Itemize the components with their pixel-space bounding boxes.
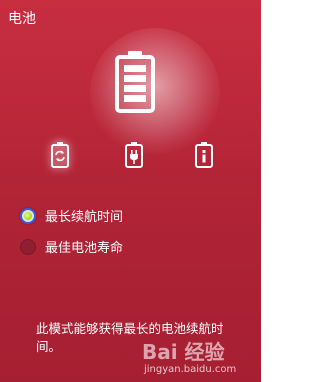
option-max-runtime[interactable]: 最长续航时间 xyxy=(20,206,123,225)
watermark: Bai 经验 jingyan.baidu.com xyxy=(140,336,261,382)
radio-max-runtime[interactable] xyxy=(20,207,36,224)
watermark-url: jingyan.baidu.com xyxy=(144,364,237,375)
battery-panel: 电池 最长续航时间 最佳电池寿命 此模式能够获得最长的电池续航时间。 Bai 经… xyxy=(0,0,261,382)
watermark-logo: Bai 经验 xyxy=(142,340,225,364)
option-label: 最佳电池寿命 xyxy=(45,241,124,256)
large-battery-icon xyxy=(115,51,155,113)
option-best-battery-life[interactable]: 最佳电池寿命 xyxy=(20,237,123,256)
battery-info-icon[interactable] xyxy=(194,141,214,169)
radio-best-battery-life[interactable] xyxy=(20,238,36,255)
option-label: 最长续航时间 xyxy=(45,210,124,225)
panel-title: 电池 xyxy=(8,11,36,27)
battery-recycle-icon[interactable] xyxy=(50,141,70,169)
battery-plug-icon[interactable] xyxy=(124,141,144,169)
